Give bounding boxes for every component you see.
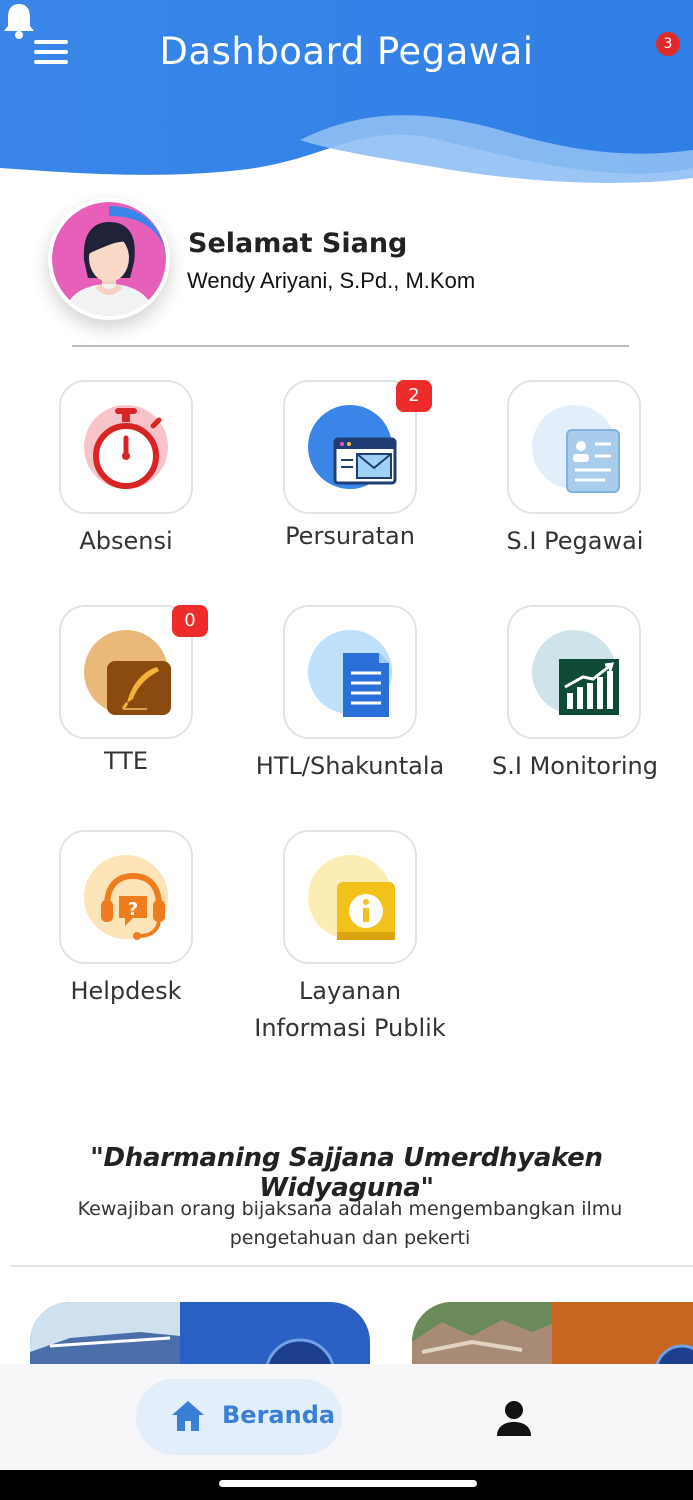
nav-beranda-tab[interactable]: Beranda — [136, 1379, 342, 1455]
page-title: Dashboard Pegawai — [159, 30, 534, 73]
tte-count-badge: 0 — [172, 605, 208, 637]
persuratan-count-badge: 2 — [396, 380, 432, 412]
divider — [72, 345, 629, 347]
chart-board-icon — [532, 630, 619, 715]
banner-card[interactable] — [412, 1302, 693, 1364]
notification-badge: 3 — [656, 32, 680, 56]
bottom-navigation: Beranda — [0, 1364, 693, 1470]
id-card-icon — [532, 405, 620, 493]
user-avatar-illustration — [52, 202, 166, 316]
motto-translation: Kewajiban orang bijaksana adalah mengemb… — [40, 1195, 660, 1253]
motto-translation-line2: pengetahuan dan pekerti — [229, 1227, 471, 1249]
menu-layanan-informasi-button[interactable] — [283, 830, 417, 964]
stopwatch-icon — [84, 405, 168, 489]
home-indicator[interactable] — [219, 1480, 477, 1487]
banner-image — [412, 1302, 693, 1364]
greeting-text: Selamat Siang — [188, 228, 408, 259]
person-icon[interactable] — [494, 1398, 534, 1438]
menu-tte-label: TTE — [103, 747, 149, 775]
menu-helpdesk-button[interactable]: ? — [59, 830, 193, 964]
bell-icon[interactable] — [0, 0, 38, 40]
document-icon — [308, 630, 392, 717]
banner-image — [30, 1302, 370, 1364]
nav-beranda-label: Beranda — [222, 1401, 336, 1429]
motto-quote: "Dharmaning Sajjana Umerdhyaken Widyagun… — [90, 1143, 603, 1203]
app-header: Dashboard Pegawai 3 — [0, 0, 693, 190]
motto-translation-line1: Kewajiban orang bijaksana adalah mengemb… — [77, 1198, 623, 1220]
menu-layanan-informasi-label-line2: Informasi Publik — [254, 1014, 446, 1042]
menu-absensi-button[interactable] — [59, 380, 193, 514]
menu-htl-shakuntala-button[interactable] — [283, 605, 417, 739]
menu-layanan-informasi-label-line1: Layanan — [298, 977, 402, 1005]
header-wave-background — [0, 0, 693, 183]
user-name: Wendy Ariyani, S.Pd., M.Kom — [187, 268, 476, 293]
menu-persuratan-label: Persuratan — [285, 522, 415, 550]
menu-si-monitoring-label: S.I Monitoring — [492, 752, 658, 780]
banner-card[interactable] — [30, 1302, 370, 1364]
menu-si-pegawai-label: S.I Pegawai — [506, 527, 644, 555]
menu-si-pegawai-button[interactable] — [507, 380, 641, 514]
divider — [10, 1265, 693, 1267]
info-icon — [308, 855, 395, 940]
menu-helpdesk-label: Helpdesk — [70, 977, 182, 1005]
svg-text:?: ? — [128, 899, 138, 920]
menu-htl-shakuntala-label: HTL/Shakuntala — [255, 752, 445, 780]
menu-absensi-label: Absensi — [79, 527, 173, 555]
menu-si-monitoring-button[interactable] — [507, 605, 641, 739]
headset-icon: ? — [84, 855, 168, 940]
avatar[interactable] — [48, 198, 170, 320]
home-icon — [172, 1401, 204, 1431]
